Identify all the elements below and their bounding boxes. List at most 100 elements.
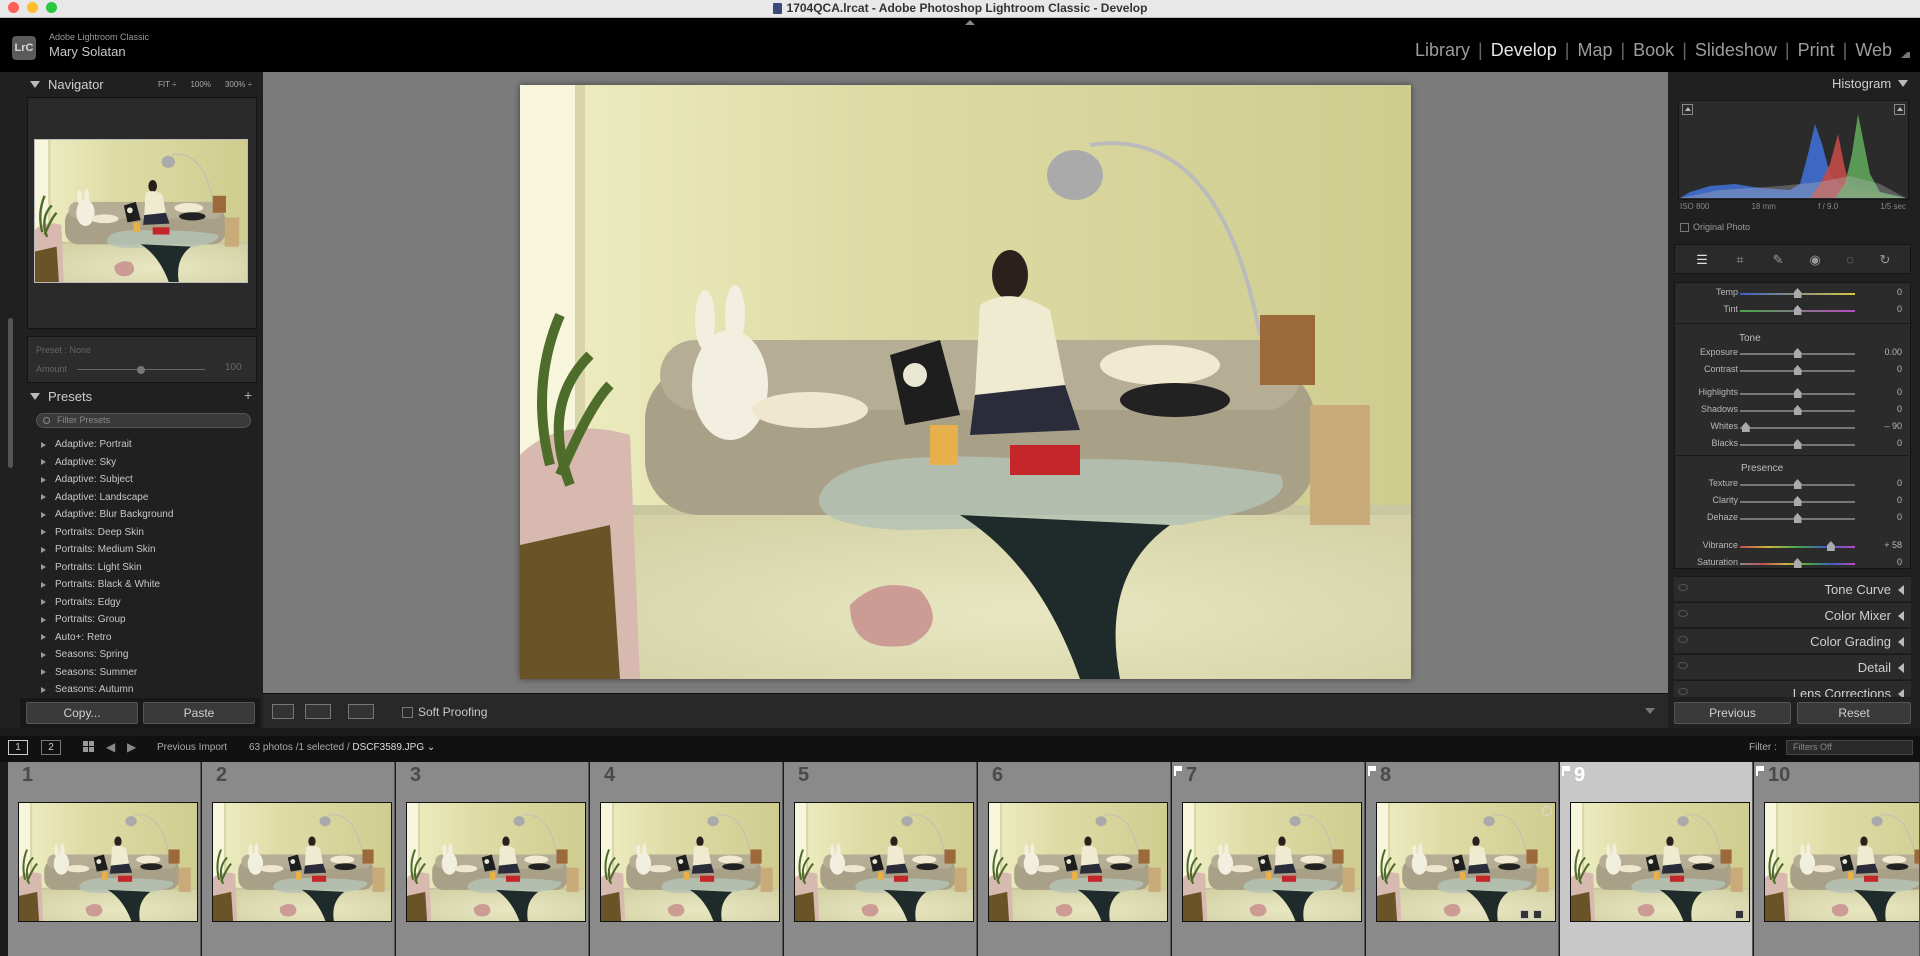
saturation-knob[interactable] xyxy=(1793,558,1802,568)
preset-group[interactable]: Portraits: Light Skin xyxy=(30,559,255,577)
texture-value[interactable]: 0 xyxy=(1897,478,1902,488)
saturation-value[interactable]: 0 xyxy=(1897,557,1902,567)
filmstrip-cell[interactable]: 2 xyxy=(202,762,395,956)
filmstrip-cell[interactable]: 9 xyxy=(1560,762,1753,956)
red-eye-icon[interactable]: ◉ xyxy=(1808,253,1822,267)
preset-group[interactable]: Portraits: Deep Skin xyxy=(30,524,255,542)
filmstrip-cell[interactable]: 6 xyxy=(978,762,1171,956)
exposure-slider-row[interactable]: Exposure 0.00 xyxy=(1678,347,1908,361)
module-library[interactable]: Library xyxy=(1407,40,1478,61)
healing-icon[interactable]: ✎ xyxy=(1771,253,1785,267)
module-slideshow[interactable]: Slideshow xyxy=(1687,40,1785,61)
preset-filter-input[interactable]: Filter Presets xyxy=(36,413,251,428)
preset-group[interactable]: Adaptive: Landscape xyxy=(30,489,255,507)
copy-button[interactable]: Copy... xyxy=(26,702,138,724)
left-panel-scrollbar[interactable] xyxy=(8,318,13,468)
panel-visibility-icon[interactable] xyxy=(1678,584,1688,591)
preset-group[interactable]: Adaptive: Portrait xyxy=(30,436,255,454)
filmstrip-thumbnail[interactable] xyxy=(794,802,974,922)
shadows-knob[interactable] xyxy=(1793,405,1802,415)
filmstrip-thumbnail[interactable] xyxy=(406,802,586,922)
pick-flag-icon[interactable] xyxy=(1562,766,1570,776)
zoom-fit[interactable]: FIT ÷ xyxy=(158,80,176,89)
filmstrip-thumbnail[interactable] xyxy=(1182,802,1362,922)
panel-visibility-icon[interactable] xyxy=(1678,662,1688,669)
vibrance-knob[interactable] xyxy=(1826,541,1835,551)
blacks-knob[interactable] xyxy=(1793,439,1802,449)
filmstrip-cell[interactable]: 7 xyxy=(1172,762,1365,956)
badge-icon[interactable] xyxy=(1542,806,1552,816)
vibrance-slider-row[interactable]: Vibrance + 58 xyxy=(1678,540,1908,554)
panel-visibility-icon[interactable] xyxy=(1678,636,1688,643)
grid-view-icon[interactable] xyxy=(83,741,94,752)
edited-badge-icon[interactable] xyxy=(1533,910,1542,919)
forward-arrow-icon[interactable]: ▶ xyxy=(127,740,136,754)
histogram-graph[interactable] xyxy=(1680,104,1906,198)
presets-icon[interactable]: ↻ xyxy=(1878,253,1892,267)
temp-slider-row[interactable]: Temp 0 xyxy=(1678,287,1908,301)
filmstrip-thumbnail[interactable] xyxy=(1570,802,1750,922)
exposure-value[interactable]: 0.00 xyxy=(1884,347,1902,357)
highlights-value[interactable]: 0 xyxy=(1897,387,1902,397)
tint-knob[interactable] xyxy=(1793,305,1802,315)
texture-slider-row[interactable]: Texture 0 xyxy=(1678,478,1908,492)
tone-curve-panel-header[interactable]: Tone Curve xyxy=(1674,576,1911,601)
preset-group[interactable]: Portraits: Medium Skin xyxy=(30,541,255,559)
blacks-slider-row[interactable]: Blacks 0 xyxy=(1678,438,1908,452)
before-after-lr-icon[interactable] xyxy=(305,704,331,719)
filmstrip-count[interactable]: 63 photos /1 selected / DSCF3589.JPG ⌄ xyxy=(249,742,435,753)
main-photo[interactable] xyxy=(520,85,1411,679)
filmstrip-thumbnail[interactable] xyxy=(988,802,1168,922)
whites-knob[interactable] xyxy=(1741,422,1750,432)
original-photo-checkbox[interactable] xyxy=(1680,222,1689,232)
navigator-thumbnail[interactable] xyxy=(34,139,248,283)
panel-visibility-icon[interactable] xyxy=(1678,610,1688,617)
primary-view-button[interactable]: 1 xyxy=(8,740,28,755)
highlights-knob[interactable] xyxy=(1793,388,1802,398)
collapse-top-panel-icon[interactable] xyxy=(965,20,975,25)
soft-proofing-checkbox[interactable] xyxy=(402,707,413,718)
module-map[interactable]: Map xyxy=(1569,40,1620,61)
cloud-icon[interactable]: ☁ xyxy=(1900,42,1910,60)
before-after-yy-icon[interactable] xyxy=(348,704,374,719)
filmstrip-source[interactable]: Previous Import xyxy=(157,742,227,753)
contrast-slider-row[interactable]: Contrast 0 xyxy=(1678,364,1908,378)
preset-group[interactable]: Portraits: Group xyxy=(30,611,255,629)
edited-badge-icon[interactable] xyxy=(1735,910,1744,919)
temp-value[interactable]: 0 xyxy=(1897,287,1902,297)
filmstrip-thumbnail[interactable] xyxy=(600,802,780,922)
detail-panel-header[interactable]: Detail xyxy=(1674,654,1911,679)
masking-icon[interactable]: ◌ xyxy=(1843,253,1857,267)
pick-flag-icon[interactable] xyxy=(1368,766,1376,776)
preset-group[interactable]: Adaptive: Subject xyxy=(30,471,255,489)
vibrance-value[interactable]: + 58 xyxy=(1884,540,1902,550)
preset-group[interactable]: Adaptive: Blur Background xyxy=(30,506,255,524)
filmstrip-thumbnail[interactable] xyxy=(18,802,198,922)
zoom-button[interactable] xyxy=(46,2,57,13)
preset-group[interactable]: Seasons: Spring xyxy=(30,646,255,664)
amount-slider-knob[interactable] xyxy=(137,366,145,374)
temp-knob[interactable] xyxy=(1793,288,1802,298)
preset-group[interactable]: Portraits: Black & White xyxy=(30,576,255,594)
module-book[interactable]: Book xyxy=(1625,40,1682,61)
preset-group[interactable]: Seasons: Autumn xyxy=(30,681,255,694)
dehaze-knob[interactable] xyxy=(1793,513,1802,523)
crop-icon[interactable]: ⌗ xyxy=(1733,253,1747,267)
tint-value[interactable]: 0 xyxy=(1897,304,1902,314)
color-mixer-panel-header[interactable]: Color Mixer xyxy=(1674,602,1911,627)
minimize-button[interactable] xyxy=(27,2,38,13)
preset-group[interactable]: Adaptive: Sky xyxy=(30,454,255,472)
exposure-knob[interactable] xyxy=(1793,348,1802,358)
filmstrip-cell[interactable]: 4 xyxy=(590,762,783,956)
shadows-value[interactable]: 0 xyxy=(1897,404,1902,414)
dehaze-value[interactable]: 0 xyxy=(1897,512,1902,522)
filmstrip-cell[interactable]: 3 xyxy=(396,762,589,956)
pick-flag-icon[interactable] xyxy=(1756,766,1764,776)
shadow-clipping-icon[interactable] xyxy=(1682,104,1693,115)
preset-group[interactable]: Portraits: Edgy xyxy=(30,594,255,612)
highlight-clipping-icon[interactable] xyxy=(1894,104,1905,115)
zoom-100[interactable]: 100% xyxy=(190,80,210,89)
dehaze-slider-row[interactable]: Dehaze 0 xyxy=(1678,512,1908,526)
clarity-knob[interactable] xyxy=(1793,496,1802,506)
blacks-value[interactable]: 0 xyxy=(1897,438,1902,448)
